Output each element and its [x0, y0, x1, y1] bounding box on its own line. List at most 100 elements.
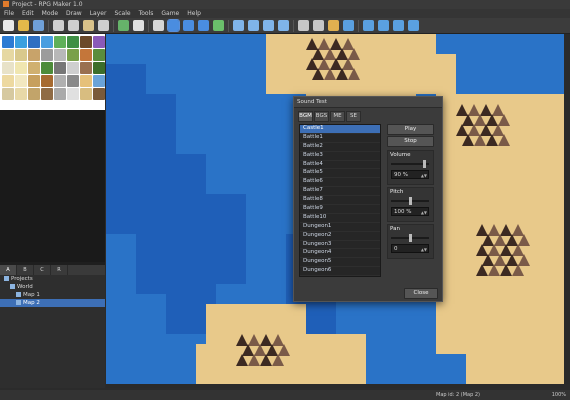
tile[interactable]	[2, 49, 14, 61]
sound-list-scrollbar[interactable]	[380, 125, 381, 134]
play-button[interactable]: Play	[387, 124, 434, 135]
tile[interactable]	[54, 75, 66, 87]
rectangle-icon[interactable]	[167, 19, 180, 32]
fill-icon[interactable]	[198, 20, 209, 31]
shadow-pen-icon[interactable]	[213, 20, 224, 31]
tile[interactable]	[54, 88, 66, 100]
menu-layer[interactable]: Layer	[86, 9, 111, 18]
tile[interactable]	[54, 62, 66, 74]
sound-list-item[interactable]: Castle1	[300, 125, 380, 134]
tab-bgs[interactable]: BGS	[314, 111, 329, 122]
tile[interactable]	[41, 36, 53, 48]
tile[interactable]	[41, 88, 53, 100]
database-icon[interactable]	[298, 20, 309, 31]
tile[interactable]	[54, 49, 66, 61]
open-project-icon[interactable]	[18, 20, 29, 31]
sound-list-item[interactable]: Dungeon5	[300, 258, 380, 268]
sound-list-item[interactable]: Battle4	[300, 161, 380, 170]
tile[interactable]	[2, 88, 14, 100]
tile[interactable]	[67, 88, 79, 100]
tile[interactable]	[93, 88, 105, 100]
menu-help[interactable]: Help	[183, 9, 205, 18]
zoom-out-icon[interactable]	[248, 20, 259, 31]
sound-list-item[interactable]: Battle5	[300, 169, 380, 179]
tile[interactable]	[93, 75, 105, 87]
tile[interactable]	[28, 75, 40, 87]
menu-scale[interactable]: Scale	[110, 9, 134, 18]
tile[interactable]	[54, 36, 66, 48]
tile[interactable]	[15, 75, 27, 87]
pencil-icon[interactable]	[153, 20, 164, 31]
tab-c[interactable]: C	[34, 265, 51, 275]
pitch-slider-knob[interactable]	[408, 197, 412, 205]
stop-button[interactable]: Stop	[387, 136, 434, 147]
sound-list-item[interactable]: Battle1	[300, 134, 380, 143]
tile[interactable]	[93, 49, 105, 61]
pan-spinbox[interactable]: 0 ▲▼	[391, 244, 429, 253]
paste-icon[interactable]	[83, 20, 94, 31]
tile[interactable]	[15, 49, 27, 61]
spin-arrows-icon[interactable]: ▲▼	[421, 208, 427, 217]
tile[interactable]	[2, 75, 14, 87]
playtest-icon[interactable]	[363, 20, 374, 31]
zoom-in-icon[interactable]	[233, 20, 244, 31]
sound-list-item[interactable]: Battle9	[300, 205, 380, 214]
tile[interactable]	[41, 75, 53, 87]
tile[interactable]	[41, 49, 53, 61]
map-tree-item[interactable]: Map 1	[0, 291, 105, 299]
tile[interactable]	[28, 36, 40, 48]
tile[interactable]	[15, 36, 27, 48]
script-editor-icon[interactable]	[328, 20, 339, 31]
tile[interactable]	[67, 36, 79, 48]
sound-list-item[interactable]: Battle2	[300, 143, 380, 152]
menu-game[interactable]: Game	[157, 9, 183, 18]
tile[interactable]	[67, 49, 79, 61]
menu-edit[interactable]: Edit	[18, 9, 38, 18]
spin-arrows-icon[interactable]: ▲▼	[421, 245, 427, 254]
tileset-palette[interactable]	[0, 34, 105, 110]
menu-tools[interactable]: Tools	[135, 9, 158, 18]
cut-icon[interactable]	[53, 20, 64, 31]
sound-list-scroll-thumb[interactable]	[380, 127, 381, 136]
tile[interactable]	[93, 62, 105, 74]
close-button[interactable]: Close	[404, 288, 438, 299]
event-layer-icon[interactable]	[133, 20, 144, 31]
tile[interactable]	[28, 62, 40, 74]
tile[interactable]	[67, 75, 79, 87]
deployment-icon[interactable]	[393, 20, 404, 31]
sound-list-item[interactable]: Dungeon2	[300, 232, 380, 241]
tile[interactable]	[80, 49, 92, 61]
menu-file[interactable]: File	[0, 9, 18, 18]
tile[interactable]	[2, 36, 14, 48]
tile[interactable]	[80, 36, 92, 48]
tile[interactable]	[80, 88, 92, 100]
tile[interactable]	[2, 62, 14, 74]
tile[interactable]	[15, 88, 27, 100]
zoom-fit-icon[interactable]	[278, 20, 289, 31]
tile[interactable]	[41, 62, 53, 74]
tab-a[interactable]: A	[0, 265, 17, 275]
tile[interactable]	[67, 62, 79, 74]
sound-list-item[interactable]: Dungeon6	[300, 267, 380, 276]
sound-list-item[interactable]: Battle8	[300, 196, 380, 206]
tile[interactable]	[28, 49, 40, 61]
new-project-icon[interactable]	[3, 20, 14, 31]
tile[interactable]	[80, 62, 92, 74]
map-horizontal-scrollbar[interactable]	[106, 384, 564, 388]
save-project-icon[interactable]	[33, 20, 44, 31]
tile[interactable]	[28, 88, 40, 100]
sound-list-item[interactable]: Battle3	[300, 152, 380, 161]
spin-arrows-icon[interactable]: ▲▼	[421, 171, 427, 180]
sound-list-item[interactable]: Battle7	[300, 187, 380, 197]
pan-slider-knob[interactable]	[408, 234, 412, 242]
sound-list-item[interactable]: Dungeon1	[300, 223, 380, 232]
sound-list-item[interactable]: Dungeon3	[300, 241, 380, 250]
volume-slider[interactable]	[391, 160, 429, 168]
pitch-slider[interactable]	[391, 197, 429, 205]
map-layer-icon[interactable]	[118, 20, 129, 31]
copy-icon[interactable]	[68, 20, 79, 31]
tab-bgm[interactable]: BGM	[298, 111, 313, 122]
screenshot-icon[interactable]	[378, 20, 389, 31]
menu-mode[interactable]: Mode	[38, 9, 62, 18]
sound-list-item[interactable]: Dungeon7	[300, 276, 380, 277]
